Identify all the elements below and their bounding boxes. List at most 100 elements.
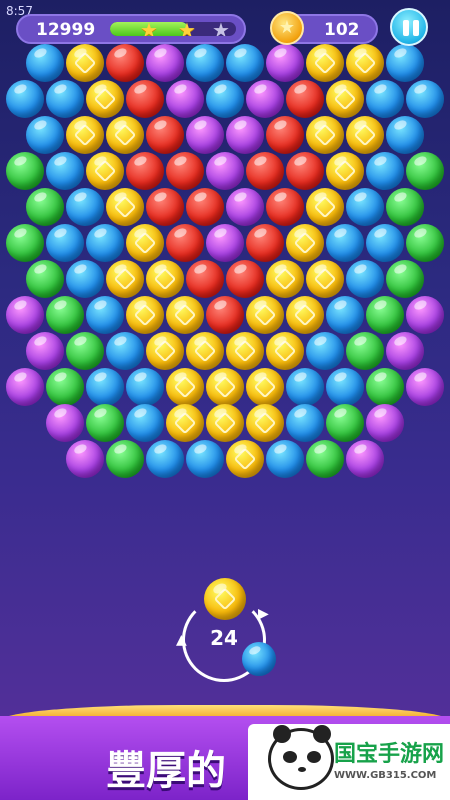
red-bubble[interactable] <box>286 80 324 118</box>
purple-bubble[interactable] <box>46 404 84 442</box>
yellow-bubble[interactable] <box>126 296 164 334</box>
red-bubble[interactable] <box>206 296 244 334</box>
blue-bubble[interactable] <box>386 116 424 154</box>
blue-bubble[interactable] <box>226 44 264 82</box>
yellow-bubble[interactable] <box>246 368 284 406</box>
yellow-bubble[interactable] <box>206 404 244 442</box>
yellow-bubble[interactable] <box>306 44 344 82</box>
blue-bubble[interactable] <box>86 368 124 406</box>
blue-bubble[interactable] <box>86 296 124 334</box>
yellow-bubble[interactable] <box>186 332 224 370</box>
green-bubble[interactable] <box>26 260 64 298</box>
next-ball[interactable] <box>242 642 276 676</box>
purple-bubble[interactable] <box>6 368 44 406</box>
blue-bubble[interactable] <box>406 80 444 118</box>
green-bubble[interactable] <box>66 332 104 370</box>
bubble-field[interactable] <box>0 0 450 480</box>
blue-bubble[interactable] <box>6 80 44 118</box>
purple-bubble[interactable] <box>66 440 104 478</box>
blue-bubble[interactable] <box>286 404 324 442</box>
green-bubble[interactable] <box>6 152 44 190</box>
green-bubble[interactable] <box>6 224 44 262</box>
purple-bubble[interactable] <box>6 296 44 334</box>
yellow-bubble[interactable] <box>346 116 384 154</box>
yellow-bubble[interactable] <box>326 152 364 190</box>
blue-bubble[interactable] <box>366 152 404 190</box>
blue-bubble[interactable] <box>326 224 364 262</box>
blue-bubble[interactable] <box>126 368 164 406</box>
blue-bubble[interactable] <box>26 116 64 154</box>
red-bubble[interactable] <box>246 152 284 190</box>
yellow-bubble[interactable] <box>206 368 244 406</box>
yellow-bubble[interactable] <box>106 188 144 226</box>
green-bubble[interactable] <box>306 440 344 478</box>
blue-bubble[interactable] <box>66 260 104 298</box>
red-bubble[interactable] <box>166 152 204 190</box>
yellow-bubble[interactable] <box>166 404 204 442</box>
green-bubble[interactable] <box>46 296 84 334</box>
yellow-bubble[interactable] <box>346 44 384 82</box>
green-bubble[interactable] <box>26 188 64 226</box>
yellow-bubble[interactable] <box>286 296 324 334</box>
red-bubble[interactable] <box>266 116 304 154</box>
red-bubble[interactable] <box>126 152 164 190</box>
red-bubble[interactable] <box>186 260 224 298</box>
yellow-bubble[interactable] <box>86 152 124 190</box>
yellow-bubble[interactable] <box>106 116 144 154</box>
red-bubble[interactable] <box>266 188 304 226</box>
yellow-bubble[interactable] <box>246 296 284 334</box>
blue-bubble[interactable] <box>326 296 364 334</box>
blue-bubble[interactable] <box>186 44 224 82</box>
red-bubble[interactable] <box>286 152 324 190</box>
red-bubble[interactable] <box>106 44 144 82</box>
green-bubble[interactable] <box>366 368 404 406</box>
green-bubble[interactable] <box>46 368 84 406</box>
blue-bubble[interactable] <box>46 224 84 262</box>
purple-bubble[interactable] <box>166 80 204 118</box>
yellow-bubble[interactable] <box>126 224 164 262</box>
blue-bubble[interactable] <box>346 260 384 298</box>
green-bubble[interactable] <box>366 296 404 334</box>
red-bubble[interactable] <box>186 188 224 226</box>
blue-bubble[interactable] <box>386 44 424 82</box>
blue-bubble[interactable] <box>46 80 84 118</box>
green-bubble[interactable] <box>86 404 124 442</box>
yellow-bubble[interactable] <box>266 260 304 298</box>
blue-bubble[interactable] <box>86 224 124 262</box>
blue-bubble[interactable] <box>106 332 144 370</box>
yellow-bubble[interactable] <box>86 80 124 118</box>
green-bubble[interactable] <box>346 332 384 370</box>
green-bubble[interactable] <box>386 260 424 298</box>
blue-bubble[interactable] <box>26 44 64 82</box>
blue-bubble[interactable] <box>146 440 184 478</box>
green-bubble[interactable] <box>406 152 444 190</box>
red-bubble[interactable] <box>246 224 284 262</box>
blue-bubble[interactable] <box>286 368 324 406</box>
green-bubble[interactable] <box>386 188 424 226</box>
purple-bubble[interactable] <box>186 116 224 154</box>
red-bubble[interactable] <box>126 80 164 118</box>
yellow-bubble[interactable] <box>226 440 264 478</box>
purple-bubble[interactable] <box>226 188 264 226</box>
yellow-bubble[interactable] <box>166 296 204 334</box>
yellow-bubble[interactable] <box>66 116 104 154</box>
yellow-bubble[interactable] <box>266 332 304 370</box>
blue-bubble[interactable] <box>326 368 364 406</box>
red-bubble[interactable] <box>166 224 204 262</box>
red-bubble[interactable] <box>226 260 264 298</box>
purple-bubble[interactable] <box>226 116 264 154</box>
purple-bubble[interactable] <box>266 44 304 82</box>
purple-bubble[interactable] <box>366 404 404 442</box>
purple-bubble[interactable] <box>26 332 64 370</box>
blue-bubble[interactable] <box>66 188 104 226</box>
green-bubble[interactable] <box>406 224 444 262</box>
yellow-bubble[interactable] <box>306 260 344 298</box>
purple-bubble[interactable] <box>146 44 184 82</box>
purple-bubble[interactable] <box>406 296 444 334</box>
yellow-bubble[interactable] <box>246 404 284 442</box>
blue-bubble[interactable] <box>306 332 344 370</box>
purple-bubble[interactable] <box>246 80 284 118</box>
yellow-bubble[interactable] <box>146 260 184 298</box>
green-bubble[interactable] <box>326 404 364 442</box>
red-bubble[interactable] <box>146 116 184 154</box>
